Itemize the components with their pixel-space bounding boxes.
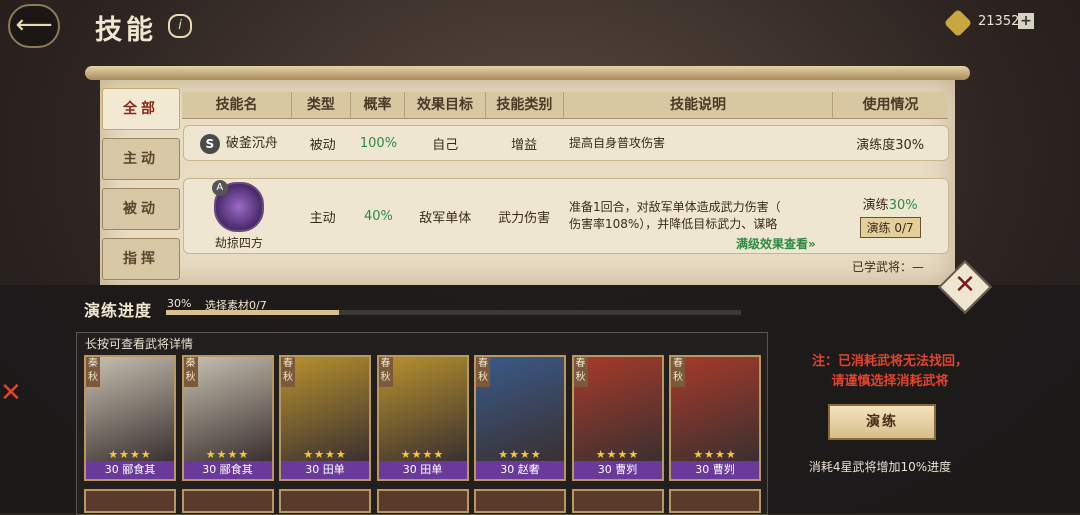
drill-progress-percent: 30% (167, 297, 192, 310)
tab-active[interactable]: 主动 (102, 138, 180, 180)
skill-type: 被动 (309, 137, 336, 153)
help-icon[interactable]: i (168, 14, 192, 38)
back-arrow-icon[interactable]: ⟵ (8, 4, 60, 48)
tab-all[interactable]: 全部 (102, 88, 180, 130)
general-card-next-row[interactable] (84, 489, 176, 513)
tab-passive[interactable]: 被动 (102, 188, 180, 230)
general-name: 30 赵奢 (476, 461, 564, 479)
skill-category: 武力伤害 (498, 210, 551, 226)
grade-a-icon: A (211, 179, 228, 196)
grid-hint: 长按可查看武将详情 (85, 337, 194, 351)
general-card-next-row[interactable] (376, 489, 469, 513)
table-row[interactable]: A 劫掠四方 主动 40% 敌军单体 武力伤害 准备1回合，对敌军单体造成武力伤… (183, 178, 949, 254)
skill-usage: 演练度30% (856, 137, 925, 153)
page-title: 技能 (95, 15, 157, 46)
faction-badge: 春 秋 (671, 357, 685, 387)
col-desc: 技能说明 (564, 92, 833, 118)
general-card[interactable]: 春 秋 ★★★★ 30 田单 (279, 355, 371, 481)
col-type: 类型 (292, 92, 351, 118)
general-card[interactable]: 春 秋 ★★★★ 30 赵奢 (474, 355, 566, 481)
drill-count-button[interactable]: 演练 0/7 (859, 217, 921, 238)
tab-command[interactable]: 指挥 (102, 238, 180, 280)
general-name: 30 郦食其 (86, 461, 174, 479)
general-card-next-row[interactable] (669, 489, 761, 513)
skill-desc: 提高自身普攻伤害 (568, 135, 665, 150)
table-header: 技能名 类型 概率 效果目标 技能类别 技能说明 使用情况 (182, 92, 948, 119)
col-name: 技能名 (182, 92, 293, 118)
faction-badge: 秦 秋 (183, 357, 198, 387)
skill-rate: 100% (359, 135, 398, 151)
star-rating: ★★★★ (595, 448, 640, 461)
add-currency-button[interactable]: + (1018, 13, 1034, 29)
general-card[interactable]: 春 秋 ★★★★ 30 田单 (376, 355, 469, 481)
general-name: 30 曹刿 (671, 461, 759, 479)
warning-note: 注：已消耗武将无法找回， 请谨慎选择消耗武将 (790, 352, 990, 392)
skill-desc: 准备1回合，对敌军单体造成武力伤害（ 伤害率108%），并降低目标武力、谋略 (563, 199, 832, 233)
faction-badge: 秦 秋 (86, 357, 100, 387)
grade-s-icon: S (199, 133, 220, 154)
star-rating: ★★★★ (693, 448, 737, 461)
faction-badge: 春 秋 (281, 357, 295, 387)
warning-note-line: 注：已消耗武将无法找回， (811, 354, 968, 369)
star-rating: ★★★★ (303, 448, 347, 461)
general-name: 30 田单 (281, 461, 369, 479)
drill-button[interactable]: 演练 (828, 404, 936, 440)
general-card-next-row[interactable] (181, 489, 274, 513)
skill-helmet-icon: A (211, 179, 264, 232)
general-card-next-row[interactable] (279, 489, 371, 513)
general-name: 30 曹刿 (573, 461, 662, 479)
usage-label: 演练 (862, 198, 889, 213)
skill-target: 敌军单体 (419, 210, 472, 226)
general-card-next-row[interactable] (474, 489, 566, 513)
skill-target: 自己 (432, 137, 459, 153)
top-bar (0, 0, 1080, 52)
skill-rate: 40% (364, 208, 393, 224)
learned-generals: 已学武将：— (852, 260, 925, 274)
table-row[interactable]: S 破釜沉舟 被动 100% 自己 增益 提高自身普攻伤害 演练度30% (183, 125, 949, 161)
scroll-rod (85, 66, 970, 80)
skill-desc-line: 伤害率108%），并降低目标武力、谋略 (568, 217, 778, 231)
consume-hint: 消耗4星武将增加10%进度 (808, 460, 952, 474)
col-rate: 概率 (351, 92, 406, 118)
warning-note-line: 请谨慎选择消耗武将 (831, 374, 949, 389)
general-card[interactable]: 春 秋 ★★★★ 30 曹刿 (669, 355, 761, 481)
general-name: 30 郦食其 (183, 461, 272, 479)
faction-badge: 春 秋 (476, 357, 490, 387)
star-rating: ★★★★ (400, 448, 445, 461)
skill-name: 劫掠四方 (214, 235, 263, 250)
col-target: 效果目标 (405, 92, 486, 118)
faction-badge: 春 秋 (573, 357, 588, 387)
skill-filter-tabs: 全部 主动 被动 指挥 (102, 88, 180, 288)
general-card[interactable]: 秦 秋 ★★★★ 30 郦食其 (181, 355, 274, 481)
faction-badge: 春 秋 (378, 357, 393, 387)
close-icon[interactable]: ✕ (953, 270, 977, 300)
star-rating: ★★★★ (498, 448, 542, 461)
skill-desc-line: 准备1回合，对敌军单体造成武力伤害（ (568, 200, 781, 214)
currency-value: 21352 (978, 14, 1020, 29)
star-rating: ★★★★ (108, 448, 152, 461)
skill-type: 主动 (309, 210, 336, 226)
general-card-list: 秦 秋 ★★★★ 30 郦食其秦 秋 ★★★★ 30 郦食其春 秋 ★★★★ 30 田单春 … (84, 355, 764, 513)
side-mark-icon: ✕ (0, 378, 22, 408)
general-name: 30 田单 (378, 461, 467, 479)
drill-progress-fill (166, 310, 339, 315)
col-category: 技能类别 (486, 92, 565, 118)
skill-category: 增益 (511, 137, 538, 153)
col-usage: 使用情况 (862, 97, 919, 113)
star-rating: ★★★★ (205, 448, 250, 461)
general-card[interactable]: 春 秋 ★★★★ 30 曹刿 (571, 355, 664, 481)
usage-percent: 30% (888, 198, 918, 213)
skill-name: 破釜沉舟 (225, 136, 278, 152)
max-effect-link[interactable]: 满级效果查看» (736, 235, 816, 252)
general-card[interactable]: 秦 秋 ★★★★ 30 郦食其 (84, 355, 176, 481)
drill-progress-bar (166, 310, 741, 315)
drill-progress-title: 演练进度 (84, 301, 153, 320)
general-card-next-row[interactable] (571, 489, 664, 513)
